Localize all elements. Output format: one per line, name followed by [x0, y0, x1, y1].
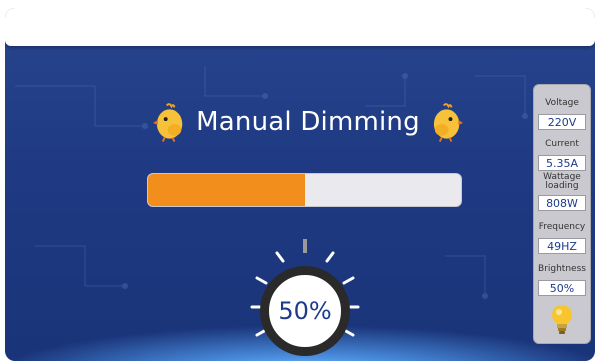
status-panel: Voltage 220V Current 5.35A Wattage loadi… — [533, 84, 591, 344]
knob-dial[interactable]: 50% — [260, 266, 350, 356]
lightbulb-icon[interactable] — [548, 303, 576, 337]
chick-icon — [433, 103, 463, 142]
frequency-value: 49HZ — [538, 238, 586, 254]
progress-fill — [148, 174, 305, 206]
top-bar — [5, 8, 595, 46]
brightness-progress-bar[interactable] — [147, 173, 462, 207]
app-screen: Manual Dimming 50% Voltage 220V Current … — [5, 8, 595, 361]
chick-icon — [153, 103, 183, 142]
frequency-label: Frequency — [538, 222, 586, 232]
brightness-label: Brightness — [538, 264, 586, 274]
voltage-label: Voltage — [545, 98, 579, 108]
wattage-label: Wattage loading — [543, 172, 581, 191]
voltage-value: 220V — [538, 114, 586, 130]
dimmer-knob-control[interactable]: 50% — [225, 233, 365, 361]
title-row: Manual Dimming — [153, 96, 463, 148]
current-label: Current — [545, 139, 579, 149]
wattage-value: 808W — [538, 195, 586, 211]
knob-value: 50% — [278, 297, 332, 325]
brightness-value: 50% — [538, 280, 586, 296]
page-title: Manual Dimming — [196, 107, 420, 137]
current-value: 5.35A — [538, 155, 586, 171]
